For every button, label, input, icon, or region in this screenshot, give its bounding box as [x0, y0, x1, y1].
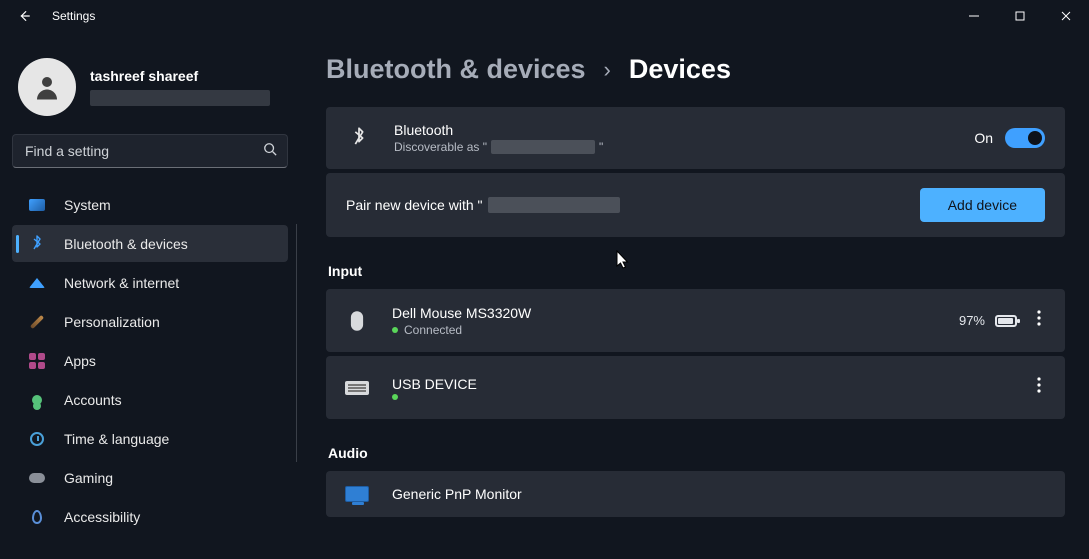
nav-item-apps[interactable]: Apps [12, 342, 288, 379]
titlebar: Settings [0, 0, 1089, 32]
nav-item-bluetooth-devices[interactable]: Bluetooth & devices [12, 225, 288, 262]
battery-icon [995, 315, 1017, 327]
user-name: tashreef shareef [90, 68, 270, 86]
search-input[interactable] [25, 143, 263, 159]
nav-label: Accounts [64, 392, 122, 408]
clock-icon [28, 430, 46, 448]
nav-label: Apps [64, 353, 96, 369]
nav-label: System [64, 197, 111, 213]
device-row-mouse[interactable]: Dell Mouse MS3320W Connected 97% [326, 289, 1065, 352]
breadcrumb-current: Devices [629, 54, 731, 85]
nav-item-system[interactable]: System [12, 186, 288, 223]
arrow-left-icon [17, 9, 31, 23]
main-content: Bluetooth & devices › Devices Bluetooth … [300, 32, 1089, 559]
paintbrush-icon [28, 313, 46, 331]
nav-label: Time & language [64, 431, 169, 447]
close-button[interactable] [1043, 0, 1089, 32]
bluetooth-toggle-label: On [974, 130, 993, 146]
chevron-right-icon: › [604, 57, 611, 83]
device-more-button[interactable] [1031, 371, 1047, 404]
bluetooth-icon [28, 235, 46, 253]
section-header-input: Input [328, 263, 1065, 279]
user-email-redacted [90, 90, 270, 106]
search-icon [263, 142, 277, 161]
back-button[interactable] [4, 0, 44, 32]
device-name: Dell Mouse MS3320W [392, 305, 959, 321]
breadcrumb: Bluetooth & devices › Devices [326, 54, 1065, 85]
bluetooth-subtitle: Discoverable as "" [394, 140, 603, 154]
pair-text: Pair new device with " [346, 197, 482, 213]
breadcrumb-parent[interactable]: Bluetooth & devices [326, 54, 586, 85]
close-icon [1061, 11, 1071, 21]
accessibility-icon [28, 508, 46, 526]
monitor-icon [344, 486, 370, 502]
gamepad-icon [28, 469, 46, 487]
avatar [18, 58, 76, 116]
search-box[interactable] [12, 134, 288, 168]
nav-item-personalization[interactable]: Personalization [12, 303, 288, 340]
bluetooth-icon [346, 127, 372, 149]
sidebar-divider [296, 224, 297, 462]
device-row-usb[interactable]: USB DEVICE [326, 356, 1065, 419]
apps-icon [28, 352, 46, 370]
status-dot-icon [392, 327, 398, 333]
bluetooth-toggle[interactable] [1005, 128, 1045, 148]
person-icon [32, 72, 62, 102]
nav-item-network[interactable]: Network & internet [12, 264, 288, 301]
nav-item-accounts[interactable]: Accounts [12, 381, 288, 418]
section-header-audio: Audio [328, 445, 1065, 461]
device-status: Connected [404, 323, 462, 337]
keyboard-icon [344, 381, 370, 395]
more-vertical-icon [1037, 310, 1041, 326]
nav-label: Bluetooth & devices [64, 236, 188, 252]
minimize-icon [969, 11, 979, 21]
window-title: Settings [52, 9, 95, 23]
user-account-row[interactable]: tashreef shareef [12, 50, 288, 132]
system-icon [28, 196, 46, 214]
nav-label: Personalization [64, 314, 160, 330]
add-device-button[interactable]: Add device [920, 188, 1045, 222]
device-name: USB DEVICE [392, 376, 1031, 392]
pair-device-card: Pair new device with " Add device [326, 173, 1065, 237]
nav-label: Network & internet [64, 275, 179, 291]
status-dot-icon [392, 394, 398, 400]
sidebar: tashreef shareef System Bluetooth & devi… [0, 32, 300, 559]
redacted-device-name [491, 140, 595, 154]
device-name: Generic PnP Monitor [392, 486, 1047, 502]
device-row-monitor[interactable]: Generic PnP Monitor [326, 471, 1065, 517]
nav-label: Gaming [64, 470, 113, 486]
bluetooth-title: Bluetooth [394, 122, 603, 138]
minimize-button[interactable] [951, 0, 997, 32]
device-more-button[interactable] [1031, 304, 1047, 337]
more-vertical-icon [1037, 377, 1041, 393]
device-battery-pct: 97% [959, 313, 985, 328]
wifi-icon [28, 274, 46, 292]
nav-list: System Bluetooth & devices Network & int… [12, 186, 288, 537]
maximize-icon [1015, 11, 1025, 21]
mouse-icon [344, 310, 370, 332]
bluetooth-card: Bluetooth Discoverable as "" On [326, 107, 1065, 169]
nav-item-gaming[interactable]: Gaming [12, 459, 288, 496]
maximize-button[interactable] [997, 0, 1043, 32]
accounts-icon [28, 391, 46, 409]
redacted-device-name [488, 197, 620, 213]
nav-item-time-language[interactable]: Time & language [12, 420, 288, 457]
nav-item-accessibility[interactable]: Accessibility [12, 498, 288, 535]
nav-label: Accessibility [64, 509, 140, 525]
